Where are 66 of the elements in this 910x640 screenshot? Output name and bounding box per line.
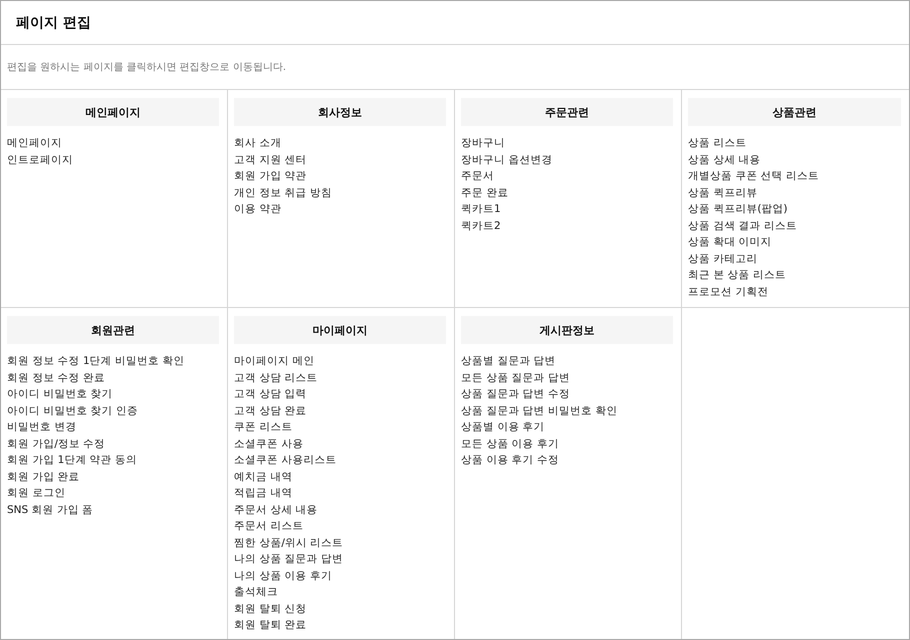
page-link[interactable]: 상품 이용 후기 수정 [461,452,560,468]
section-heading: 회원관련 [7,316,219,344]
page-title: 페이지 편집 [16,14,91,32]
page-link[interactable]: 상품 질문과 답변 수정 [461,386,570,402]
page-link[interactable]: 회원 탈퇴 완료 [234,617,307,634]
page-link[interactable]: 개인 정보 취급 방침 [234,184,332,201]
page-link[interactable]: 모든 상품 질문과 답변 [461,370,570,386]
page-link[interactable]: 최근 본 상품 리스트 [688,267,786,284]
page-link[interactable]: 고객 지원 센터 [234,152,307,168]
page-link[interactable]: 메인페이지 [7,135,62,152]
page-link[interactable]: 회원 가입 1단계 약관 동의 [7,452,138,468]
page-link[interactable]: 퀵카트1 [461,201,501,218]
page-link[interactable]: 퀵카트2 [461,218,501,234]
page-link[interactable]: 개별상품 쿠폰 선택 리스트 [688,168,820,184]
page-link[interactable]: 상품 검색 결과 리스트 [688,218,798,234]
page-link[interactable]: 비밀번호 변경 [7,419,76,436]
page-link[interactable]: 장바구니 [461,135,505,152]
page-link[interactable]: 예치금 내역 [234,468,292,485]
page-link[interactable]: 아이디 비밀번호 찾기 [7,386,113,402]
page-link[interactable]: 찜한 상품/위시 리스트 [234,534,344,551]
page-link[interactable]: 상품 질문과 답변 비밀번호 확인 [461,402,618,419]
page-link[interactable]: SNS 회원 가입 폼 [7,502,94,518]
page-link[interactable]: 회원 정보 수정 완료 [7,370,106,386]
page-link[interactable]: 회원 로그인 [7,485,66,502]
page-link[interactable]: 나의 상품 질문과 답변 [234,551,344,568]
page-link[interactable]: 상품 퀵프리뷰 [688,184,758,201]
page-link[interactable]: 아이디 비밀번호 찾기 인증 [7,402,138,419]
page-link[interactable]: 상품 퀵프리뷰(팝업) [688,201,788,218]
page-link[interactable]: 상품별 이용 후기 [461,419,545,436]
page-link[interactable]: 마이페이지 메인 [234,353,314,370]
page-link[interactable]: 고객 상담 리스트 [234,370,318,386]
page-link[interactable]: 고객 상담 입력 [234,386,307,402]
section-heading: 주문관련 [461,98,673,126]
page-link[interactable]: 회원 탈퇴 신청 [234,600,307,617]
section-heading: 회사정보 [234,98,446,126]
page-link[interactable]: 소셜쿠폰 사용 [234,436,304,452]
page-link[interactable]: 상품 카테고리 [688,250,758,267]
page-link[interactable]: 이용 약관 [234,201,282,218]
page-link[interactable]: 인트로페이지 [7,152,73,168]
page-link[interactable]: 회원 가입 완료 [7,468,80,485]
section-heading: 게시판정보 [461,316,673,344]
page-link[interactable]: 상품 상세 내용 [688,152,761,168]
page-link[interactable]: 적립금 내역 [234,485,292,502]
page-link[interactable]: 회원 정보 수정 1단계 비밀번호 확인 [7,353,184,370]
page-link[interactable]: 장바구니 옵션변경 [461,152,552,168]
page-link[interactable]: 소셜쿠폰 사용리스트 [234,452,336,468]
page-link[interactable]: 주문서 [461,168,494,184]
page-link[interactable]: 상품별 질문과 답변 [461,353,556,370]
page-link[interactable]: 주문서 상세 내용 [234,502,318,518]
section-heading: 메인페이지 [7,98,219,126]
page-link[interactable]: 모든 상품 이용 후기 [461,436,560,452]
page-link[interactable]: 회원 가입/정보 수정 [7,436,106,452]
page-link[interactable]: 프로모션 기획전 [688,284,768,300]
page-link[interactable]: 쿠폰 리스트 [234,419,292,436]
page-link[interactable]: 고객 상담 완료 [234,402,307,419]
page-link[interactable]: 회원 가입 약관 [234,168,307,184]
page-link[interactable]: 주문 완료 [461,184,508,201]
page-link[interactable]: 출석체크 [234,584,278,600]
section-heading: 마이페이지 [234,316,446,344]
page-link[interactable]: 주문서 리스트 [234,518,304,534]
section-heading: 상품관련 [688,98,901,126]
page-link[interactable]: 나의 상품 이용 후기 [234,568,332,584]
page-link[interactable]: 상품 확대 이미지 [688,234,772,250]
page-link[interactable]: 회사 소개 [234,135,282,152]
instruction-text: 편집을 원하시는 페이지를 클릭하시면 편집창으로 이동됩니다. [7,61,286,74]
page-link[interactable]: 상품 리스트 [688,135,746,152]
